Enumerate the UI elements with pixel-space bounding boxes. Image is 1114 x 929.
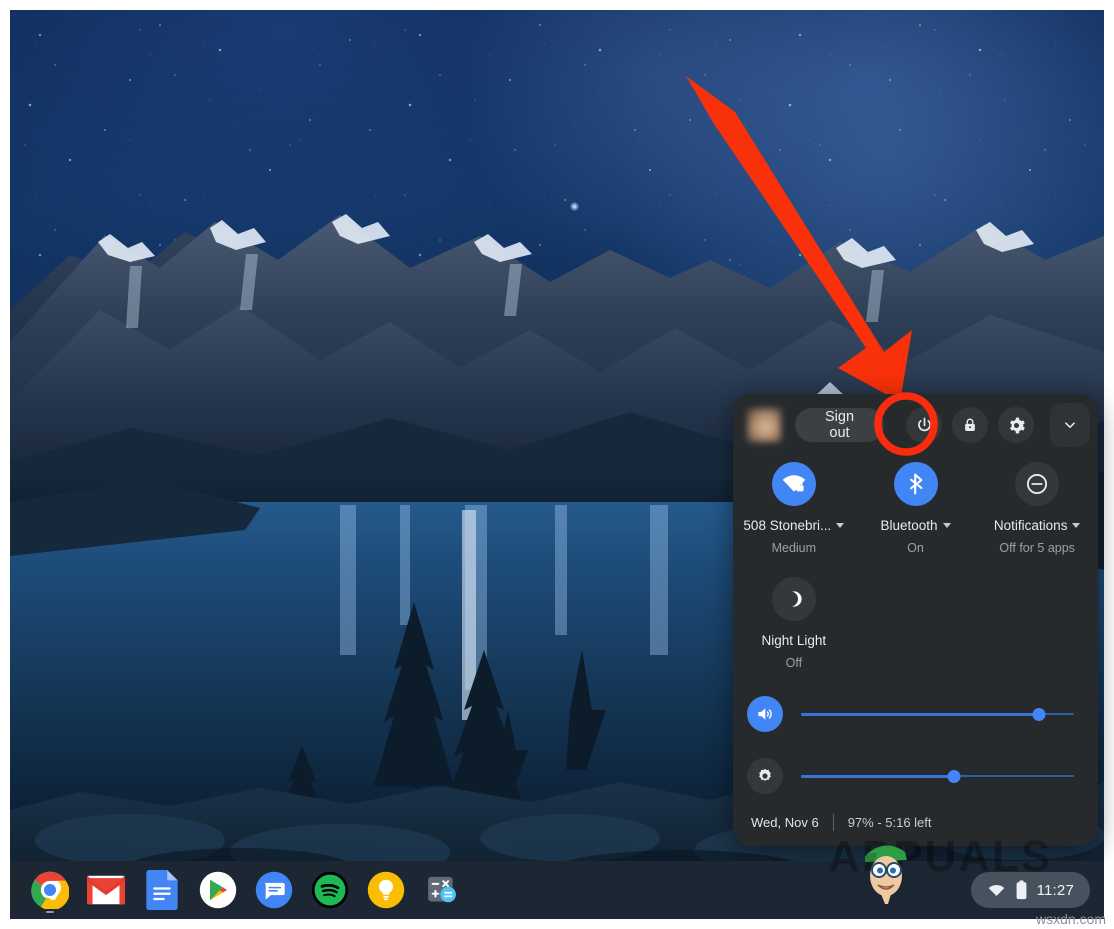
tray-footer: Wed, Nov 6 97% - 5:16 left [733,798,1098,846]
battery-label[interactable]: 97% - 5:16 left [848,815,932,830]
shelf-item-messages[interactable] [246,861,302,919]
shelf-app-list [10,861,470,919]
tile-placeholder-b [976,577,1098,670]
brightness-slider[interactable] [801,766,1074,786]
power-button[interactable] [906,407,942,443]
wifi-icon [987,881,1006,900]
spotify-icon [311,871,349,909]
chrome-icon [31,871,69,909]
shelf-item-chrome[interactable] [22,861,78,919]
brightness-fill [801,775,954,778]
settings-button[interactable] [998,407,1034,443]
chevron-down-icon [1061,416,1079,434]
collapse-button[interactable] [1050,403,1090,447]
tile-network[interactable]: 508 Stonebri... Medium [733,462,855,555]
tile-network-sub: Medium [772,541,816,555]
clock-label: 11:27 [1037,882,1074,899]
shelf-item-spotify[interactable] [302,861,358,919]
volume-slider-row [733,696,1098,732]
avatar[interactable] [747,408,781,442]
shelf-item-keep[interactable] [358,861,414,919]
tile-night-light-label: Night Light [762,633,827,648]
tile-placeholder-a [855,577,977,670]
wifi-locked-icon [772,462,816,506]
lock-icon [961,416,979,434]
tile-bluetooth-sub: On [907,541,924,555]
brightness-thumb[interactable] [947,770,960,783]
battery-icon [1015,880,1028,900]
tile-bluetooth[interactable]: Bluetooth On [855,462,977,555]
do-not-disturb-icon [1015,462,1059,506]
calculator-icon [424,872,460,908]
chevron-down-icon[interactable] [836,523,844,528]
quick-settings-row-1: 508 Stonebri... Medium Bluetooth On [733,456,1098,555]
tile-night-light-sub: Off [786,656,802,670]
footer-divider [833,814,834,831]
tile-notifications-text: Notifications [994,518,1068,533]
gmail-icon [87,875,125,905]
tile-notifications-label: Notifications [994,518,1081,533]
tile-bluetooth-text: Bluetooth [880,518,937,533]
date-label[interactable]: Wed, Nov 6 [751,815,819,830]
messages-icon [255,871,293,909]
tile-night-light-text: Night Light [762,633,827,648]
shelf-item-docs[interactable] [134,861,190,919]
volume-icon[interactable] [747,696,783,732]
status-tray-button[interactable]: 11:27 [971,872,1090,908]
bluetooth-icon [894,462,938,506]
volume-slider[interactable] [801,704,1074,724]
tile-bluetooth-label: Bluetooth [880,518,950,533]
tile-network-text: 508 Stonebri... [743,518,831,533]
sign-out-button[interactable]: Sign out [795,408,884,442]
lock-button[interactable] [952,407,988,443]
brightness-icon[interactable] [747,758,783,794]
shelf-item-play-store[interactable] [190,861,246,919]
shelf: 11:27 [10,861,1104,919]
running-indicator [46,911,54,914]
tray-header: Sign out [733,394,1098,456]
tile-notifications-sub: Off for 5 apps [999,541,1075,555]
gear-icon [1007,416,1026,435]
moon-icon [772,577,816,621]
chevron-down-icon[interactable] [943,523,951,528]
tile-notifications[interactable]: Notifications Off for 5 apps [976,462,1098,555]
docs-icon [146,870,178,910]
quick-settings-row-2: Night Light Off [733,555,1098,670]
system-tray-panel[interactable]: Sign out [733,394,1098,846]
brightness-slider-row [733,758,1098,794]
chromeos-desktop-screen: Sign out [0,0,1114,929]
tile-network-label: 508 Stonebri... [743,518,844,533]
shelf-item-gmail[interactable] [78,861,134,919]
tile-night-light[interactable]: Night Light Off [733,577,855,670]
volume-fill [801,713,1039,716]
power-icon [915,416,934,435]
play-store-icon [199,871,237,909]
shelf-item-calculator[interactable] [414,861,470,919]
keep-icon [367,871,405,909]
volume-thumb[interactable] [1032,708,1045,721]
chevron-down-icon[interactable] [1072,523,1080,528]
